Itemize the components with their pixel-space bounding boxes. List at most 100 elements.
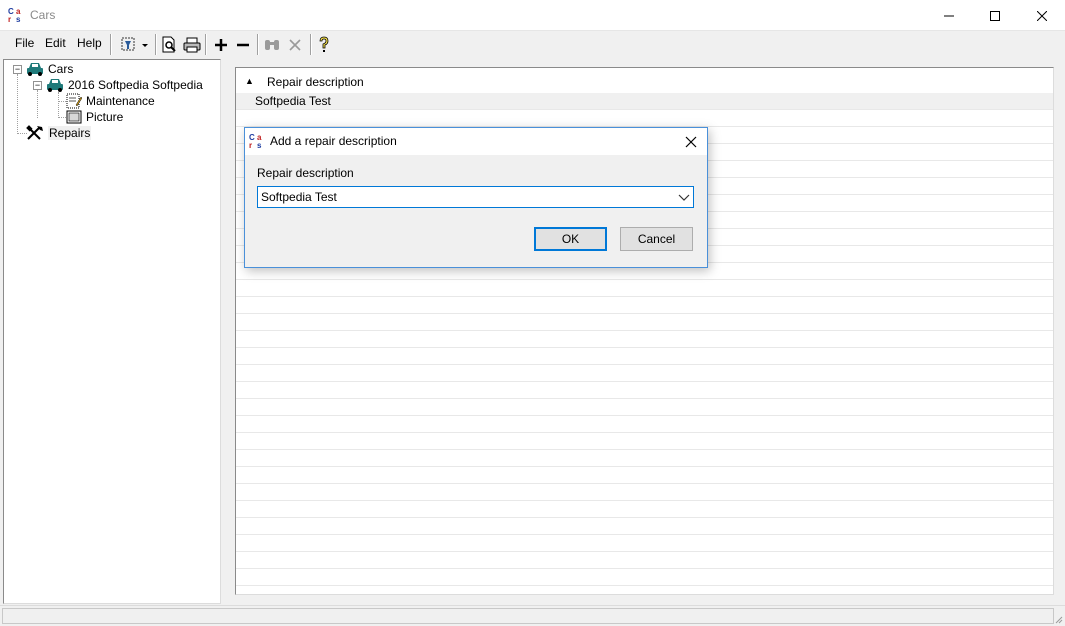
ok-button[interactable]: OK xyxy=(534,227,607,251)
find-button[interactable] xyxy=(261,34,283,55)
status-bar xyxy=(0,605,1065,626)
cancel-button[interactable]: Cancel xyxy=(620,227,693,251)
menu-help[interactable]: Help xyxy=(77,36,102,50)
tree-line xyxy=(58,101,66,102)
tree-label-repairs: Repairs xyxy=(48,126,92,140)
table-row[interactable] xyxy=(236,552,1053,569)
collapse-toggle-car[interactable]: − xyxy=(33,81,42,90)
repair-description-combobox[interactable]: Softpedia Test xyxy=(257,186,694,208)
tree-view[interactable]: − Cars − 2016 Softpedia Softpedia Mainte… xyxy=(3,59,221,604)
print-preview-button[interactable] xyxy=(158,34,180,55)
help-icon xyxy=(319,36,329,52)
table-row[interactable] xyxy=(236,280,1053,297)
status-pane xyxy=(2,608,1054,624)
tree-line xyxy=(58,117,66,118)
add-icon xyxy=(215,38,227,51)
tree-item-picture[interactable]: Picture xyxy=(66,109,123,125)
toolbar-separator xyxy=(205,34,207,55)
toolbar-separator xyxy=(310,34,312,55)
splitter[interactable] xyxy=(221,59,227,604)
table-row[interactable] xyxy=(236,433,1053,450)
table-row[interactable] xyxy=(236,365,1053,382)
sort-ascending-icon: ▲ xyxy=(245,76,254,86)
add-button[interactable] xyxy=(210,34,232,55)
chevron-down-icon[interactable] xyxy=(678,192,690,202)
close-icon xyxy=(1037,10,1047,21)
table-row[interactable] xyxy=(236,314,1053,331)
tools-icon xyxy=(26,125,43,140)
table-row[interactable] xyxy=(236,348,1053,365)
table-row[interactable] xyxy=(236,501,1053,518)
maximize-icon xyxy=(990,10,1000,21)
filter-button[interactable] xyxy=(117,34,151,55)
dialog-title-bar: C a r s Add a repair description xyxy=(245,128,707,155)
tree-label-car: 2016 Softpedia Softpedia xyxy=(68,78,203,92)
window-title: Cars xyxy=(30,8,56,22)
minimize-icon xyxy=(944,15,954,16)
app-logo-icon: C a r s xyxy=(8,7,24,23)
table-row[interactable] xyxy=(236,484,1053,501)
table-row[interactable] xyxy=(236,331,1053,348)
remove-icon xyxy=(237,43,249,46)
menu-file[interactable]: File xyxy=(15,36,34,50)
minimize-button[interactable] xyxy=(926,0,972,31)
dialog-close-button[interactable] xyxy=(675,128,707,155)
notepad-icon xyxy=(66,93,82,109)
table-row[interactable] xyxy=(236,467,1053,484)
svg-text:r: r xyxy=(8,15,11,23)
menu-edit[interactable]: Edit xyxy=(45,36,66,50)
table-row[interactable] xyxy=(236,399,1053,416)
table-row[interactable] xyxy=(236,110,1053,127)
table-row[interactable] xyxy=(236,450,1053,467)
tree-line xyxy=(58,92,59,118)
filter-icon xyxy=(121,37,148,50)
svg-text:r: r xyxy=(249,141,252,149)
picture-icon xyxy=(66,110,82,124)
svg-text:s: s xyxy=(257,141,262,149)
toolbar-separator xyxy=(155,34,157,55)
maximize-button[interactable] xyxy=(972,0,1018,31)
tree-label-cars: Cars xyxy=(48,62,74,76)
toolbar-separator xyxy=(257,34,259,55)
table-row[interactable] xyxy=(236,586,1053,594)
app-logo-icon: C a r s xyxy=(249,133,262,149)
combobox-value: Softpedia Test xyxy=(261,190,337,204)
tree-line xyxy=(37,90,38,118)
binoculars-icon xyxy=(265,39,279,50)
toolbar-separator xyxy=(110,34,112,55)
menu-toolbar: File Edit Help xyxy=(0,31,1065,57)
dialog-title: Add a repair description xyxy=(270,134,397,148)
tree-item-repairs[interactable]: Repairs xyxy=(26,125,92,141)
table-row[interactable] xyxy=(236,382,1053,399)
tree-item-car[interactable]: 2016 Softpedia Softpedia xyxy=(46,77,203,93)
title-bar: C a r s Cars xyxy=(0,0,1065,31)
close-button[interactable] xyxy=(1019,0,1065,31)
tree-item-cars[interactable]: Cars xyxy=(26,61,73,77)
help-button[interactable] xyxy=(313,34,335,55)
delete-button[interactable] xyxy=(284,34,306,55)
remove-button[interactable] xyxy=(232,34,254,55)
collapse-toggle-cars[interactable]: − xyxy=(13,65,22,74)
car-icon xyxy=(47,79,63,92)
table-row[interactable] xyxy=(236,535,1053,552)
table-row[interactable] xyxy=(236,569,1053,586)
repair-description-label: Repair description xyxy=(257,166,354,180)
svg-text:s: s xyxy=(16,15,21,23)
tree-item-maintenance[interactable]: Maintenance xyxy=(66,93,155,109)
resize-grip-icon[interactable] xyxy=(1053,614,1063,624)
tree-label-maintenance: Maintenance xyxy=(86,94,155,108)
table-row[interactable] xyxy=(236,518,1053,535)
tree-label-picture: Picture xyxy=(86,110,124,124)
table-cell: Softpedia Test xyxy=(255,94,331,108)
tree-line xyxy=(17,74,18,134)
print-button[interactable] xyxy=(181,34,203,55)
add-repair-dialog: C a r s Add a repair description Repair … xyxy=(244,127,708,268)
table-row[interactable]: Softpedia Test xyxy=(236,93,1053,110)
delete-icon xyxy=(289,38,301,51)
column-header-repair-description[interactable]: ▲ Repair description xyxy=(236,72,1053,92)
table-row[interactable] xyxy=(236,416,1053,433)
column-title: Repair description xyxy=(267,75,364,89)
preview-icon xyxy=(162,36,176,52)
car-icon xyxy=(27,63,43,76)
table-row[interactable] xyxy=(236,297,1053,314)
